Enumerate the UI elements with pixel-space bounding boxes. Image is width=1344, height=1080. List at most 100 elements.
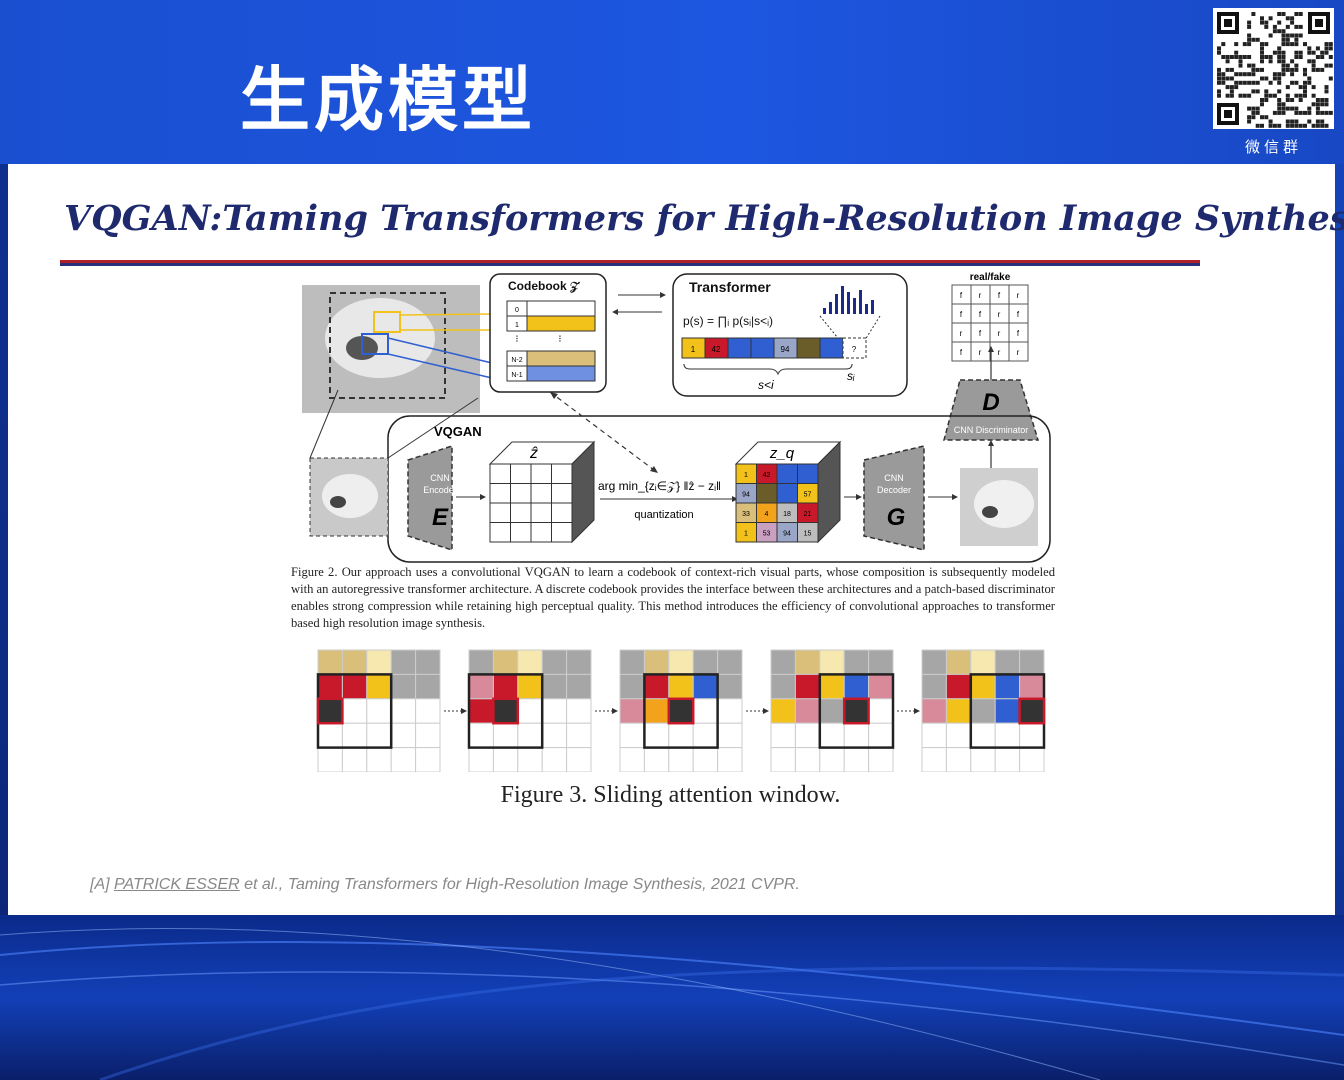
attention-cell <box>868 698 894 724</box>
s-i-label: sᵢ <box>847 369 855 383</box>
attention-cell <box>619 673 645 700</box>
attention-cell <box>517 649 543 675</box>
svg-text:⁝: ⁝ <box>558 334 561 345</box>
attention-cell <box>390 673 417 700</box>
decoder-letter: G <box>887 504 906 531</box>
attention-cell <box>770 649 796 675</box>
attention-cell <box>970 722 996 749</box>
sequence-token-label: ? <box>852 345 857 354</box>
real-fake-cell-label: r <box>1017 348 1020 357</box>
z-q-cell-label: 1 <box>744 531 748 538</box>
figure-3 <box>314 648 1054 776</box>
real-fake-cell-label: r <box>998 310 1001 319</box>
real-fake-cell-label: r <box>998 348 1001 357</box>
attention-cell <box>643 722 670 749</box>
bottom-decoration <box>0 915 1344 1080</box>
attention-cell <box>770 673 796 700</box>
discriminator-letter: D <box>982 389 999 416</box>
attention-cell <box>517 722 543 749</box>
attention-cell <box>692 722 719 749</box>
z-hat-tensor <box>488 440 596 544</box>
attention-cell <box>794 747 821 773</box>
sequence-token-label: 94 <box>781 345 790 354</box>
attention-cell <box>643 698 670 724</box>
attention-cell <box>945 722 972 749</box>
z-q-cell-label: 15 <box>804 531 812 538</box>
attention-cell <box>415 747 441 773</box>
attention-cell <box>1019 747 1045 773</box>
discriminator-label: CNN Discriminator <box>954 425 1029 435</box>
encoder-label-1: CNN <box>430 473 450 483</box>
z-q-cell-label: 4 <box>765 511 769 518</box>
attention-cell <box>517 747 543 773</box>
attention-cell <box>541 747 568 773</box>
attention-cell <box>643 673 670 700</box>
histogram-bar <box>847 292 850 314</box>
attention-cell <box>366 722 392 749</box>
attention-cell <box>692 747 719 773</box>
attention-cell <box>868 649 894 675</box>
decoder-block <box>863 445 925 551</box>
attention-cell <box>945 698 972 724</box>
attention-cell <box>492 649 519 675</box>
attention-cell <box>692 649 719 675</box>
attention-cell <box>994 673 1021 700</box>
attention-cell <box>868 747 894 773</box>
attention-cell <box>970 698 996 724</box>
attention-cell <box>366 649 392 675</box>
slide-content: VQGAN:Taming Transformers for High-Resol… <box>8 164 1344 915</box>
attention-cell <box>994 747 1021 773</box>
attention-cell <box>819 649 845 675</box>
attention-panel <box>770 649 895 773</box>
attention-cell <box>390 649 417 675</box>
histogram-bar <box>835 294 838 314</box>
attention-cell <box>794 722 821 749</box>
attention-cell <box>868 673 894 700</box>
attention-cell <box>619 698 645 724</box>
attention-cell <box>492 698 519 724</box>
attention-cell <box>717 747 743 773</box>
attention-cell <box>415 649 441 675</box>
reference-prefix: [A] <box>90 876 115 893</box>
attention-cell <box>717 673 743 700</box>
attention-cell <box>794 649 821 675</box>
attention-cell <box>317 673 343 700</box>
attention-cell <box>366 747 392 773</box>
codebook-row-n2: N-2 <box>511 357 522 364</box>
attention-cell <box>717 649 743 675</box>
attention-cell <box>794 698 821 724</box>
attention-cell <box>668 747 694 773</box>
reference-citation: [A] PATRICK ESSER et al., Taming Transfo… <box>90 876 800 894</box>
attention-cell <box>970 673 996 700</box>
encoder-letter: E <box>432 504 449 531</box>
attention-cell <box>643 747 670 773</box>
title-rule <box>60 260 1200 263</box>
attention-cell <box>366 698 392 724</box>
attention-cell <box>341 649 368 675</box>
histogram-bar <box>871 300 874 314</box>
attention-cell <box>692 673 719 700</box>
z-q-cell-label: 94 <box>742 492 750 499</box>
attention-cell <box>341 722 368 749</box>
reference-author-link[interactable]: PATRICK ESSER <box>114 876 240 893</box>
attention-cell <box>1019 673 1045 700</box>
attention-cell <box>819 722 845 749</box>
attention-cell <box>341 673 368 700</box>
attention-cell <box>390 722 417 749</box>
attention-panel <box>619 649 743 773</box>
attention-cell <box>317 649 343 675</box>
reference-details: et al., Taming Transformers for High-Res… <box>239 876 800 893</box>
z-q-cell <box>756 483 778 504</box>
attention-cell <box>468 722 494 749</box>
transformer-title: Transformer <box>689 279 771 295</box>
panel-arrowhead <box>612 708 618 714</box>
attention-cell <box>366 673 392 700</box>
attention-cell <box>390 698 417 724</box>
paper-title: VQGAN:Taming Transformers for High-Resol… <box>64 198 1344 239</box>
attention-cell <box>341 747 368 773</box>
z-q-cell-label: 57 <box>804 492 812 499</box>
z-q-cell-label: 1 <box>744 472 748 479</box>
z-q-label: z_q <box>769 445 795 462</box>
sequence-token <box>750 337 775 359</box>
z-q-cell-label: 33 <box>742 511 750 518</box>
